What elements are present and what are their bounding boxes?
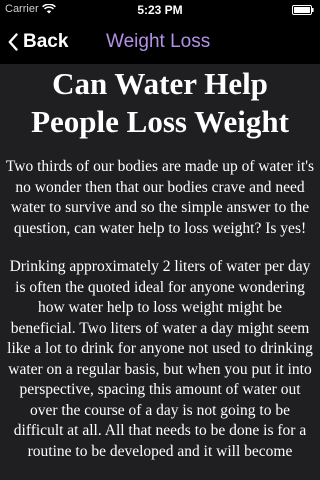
back-button[interactable]: Back [8, 20, 68, 64]
app-screen: Carrier 5:23 PM Back Weight Loss Can Wat… [0, 0, 320, 480]
status-time: 5:23 PM [137, 3, 183, 17]
article-paragraph-2: Drinking approximately 2 liters of water… [7, 258, 313, 460]
chevron-left-icon [8, 33, 18, 51]
article-title: Can Water Help People Loss Weight [31, 66, 289, 139]
navigation-bar: Back Weight Loss [0, 20, 320, 64]
article-content[interactable]: Can Water Help People Loss Weight Two th… [0, 64, 320, 480]
battery-icon [292, 5, 314, 15]
article-paragraph-1: Two thirds of our bodies are made up of … [5, 158, 315, 237]
page-title: Weight Loss [106, 31, 211, 52]
back-button-label: Back [23, 31, 69, 52]
article-body: Two thirds of our bodies are made up of … [0, 157, 320, 462]
status-bar: Carrier 5:23 PM [0, 0, 320, 20]
